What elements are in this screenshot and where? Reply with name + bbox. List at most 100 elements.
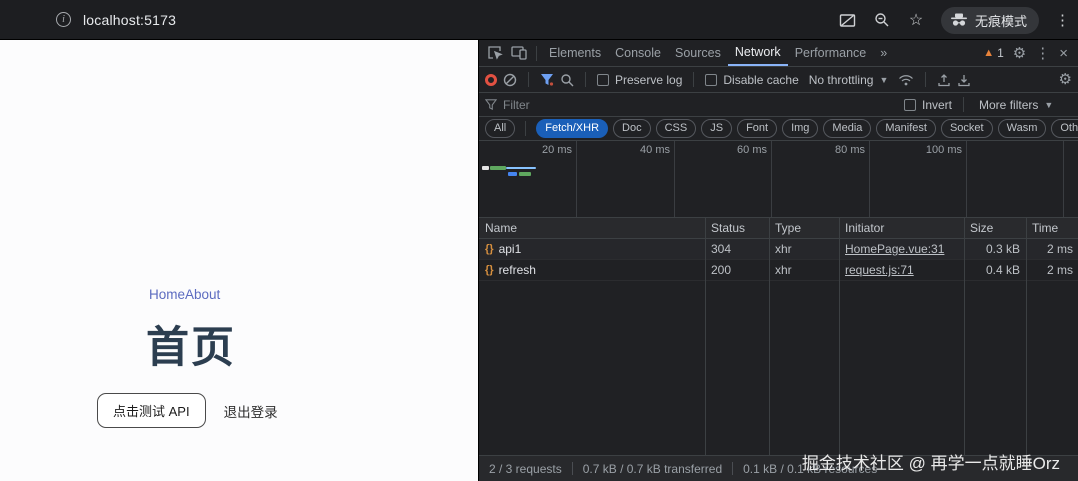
devtools-tabbar: Elements Console Sources Network Perform… bbox=[479, 40, 1078, 67]
clear-network-log-icon[interactable] bbox=[503, 73, 517, 87]
site-info-icon[interactable]: i bbox=[56, 12, 71, 27]
screen: i localhost:5173 ☆ bbox=[0, 0, 1078, 481]
pill-img[interactable]: Img bbox=[782, 119, 818, 138]
waterfall-bar bbox=[482, 166, 489, 170]
pill-manifest[interactable]: Manifest bbox=[876, 119, 936, 138]
divider bbox=[528, 72, 529, 87]
network-filter-bar: Invert More filters ▼ bbox=[479, 93, 1078, 117]
pill-font[interactable]: Font bbox=[737, 119, 777, 138]
filter-toggle-icon[interactable] bbox=[540, 73, 554, 86]
pill-other[interactable]: Other bbox=[1051, 119, 1078, 138]
logout-button[interactable]: 退出登录 bbox=[218, 394, 284, 428]
zoom-out-icon[interactable] bbox=[873, 11, 891, 29]
network-toolbar: Preserve log Disable cache No throttling… bbox=[479, 67, 1078, 93]
initiator-link[interactable]: request.js:71 bbox=[845, 263, 914, 277]
more-tabs-icon[interactable]: » bbox=[873, 40, 894, 66]
tab-network[interactable]: Network bbox=[728, 40, 788, 66]
request-status: 304 bbox=[705, 242, 769, 256]
pill-css[interactable]: CSS bbox=[656, 119, 697, 138]
column-divider[interactable] bbox=[1026, 218, 1027, 455]
divider bbox=[963, 97, 964, 112]
import-har-icon[interactable] bbox=[937, 73, 951, 87]
column-divider[interactable] bbox=[839, 218, 840, 455]
table-header: Name Status Type Initiator Size Time bbox=[479, 218, 1078, 239]
divider bbox=[536, 46, 537, 61]
tab-sources[interactable]: Sources bbox=[668, 40, 728, 66]
nav-link-home[interactable]: Home bbox=[149, 287, 185, 302]
column-divider[interactable] bbox=[705, 218, 706, 455]
pill-socket[interactable]: Socket bbox=[941, 119, 993, 138]
record-network-log-icon[interactable] bbox=[485, 74, 497, 86]
request-name: api1 bbox=[499, 242, 522, 256]
issues-badge[interactable]: ▲ 1 bbox=[983, 46, 1004, 60]
export-har-icon[interactable] bbox=[957, 73, 971, 87]
xhr-icon: {} bbox=[485, 264, 494, 276]
network-settings-icon[interactable]: ⚙ bbox=[1059, 72, 1072, 87]
tab-console[interactable]: Console bbox=[608, 40, 668, 66]
pill-media[interactable]: Media bbox=[823, 119, 871, 138]
inspect-element-icon[interactable] bbox=[483, 40, 507, 66]
column-header-initiator[interactable]: Initiator bbox=[839, 221, 964, 235]
bookmark-star-icon[interactable]: ☆ bbox=[907, 11, 925, 29]
nav-link-about[interactable]: About bbox=[185, 287, 220, 302]
waterfall-bar bbox=[508, 172, 517, 176]
request-name: refresh bbox=[499, 263, 536, 277]
checkbox-icon bbox=[705, 74, 717, 86]
timeline-gridline bbox=[869, 141, 870, 217]
column-header-status[interactable]: Status bbox=[705, 221, 769, 235]
more-filters-label: More filters bbox=[979, 98, 1038, 112]
address-bar[interactable]: localhost:5173 bbox=[83, 12, 176, 28]
pill-js[interactable]: JS bbox=[701, 119, 732, 138]
tab-elements[interactable]: Elements bbox=[542, 40, 608, 66]
divider bbox=[585, 72, 586, 87]
devtools-settings-icon[interactable]: ⚙ bbox=[1013, 46, 1026, 61]
request-size: 0.4 kB bbox=[964, 263, 1026, 277]
pill-wasm[interactable]: Wasm bbox=[998, 119, 1047, 138]
requests-count: 2 / 3 requests bbox=[489, 462, 562, 476]
send-to-device-icon[interactable] bbox=[839, 11, 857, 29]
device-toolbar-icon[interactable] bbox=[507, 40, 531, 66]
pill-all[interactable]: All bbox=[485, 119, 515, 138]
filter-input[interactable] bbox=[503, 98, 898, 112]
throttling-select[interactable]: No throttling ▼ bbox=[805, 71, 893, 89]
preserve-log-label: Preserve log bbox=[615, 73, 682, 87]
devtools-close-icon[interactable]: × bbox=[1059, 46, 1068, 61]
invert-checkbox[interactable]: Invert bbox=[904, 98, 952, 112]
more-filters-button[interactable]: More filters ▼ bbox=[975, 96, 1057, 114]
column-divider[interactable] bbox=[964, 218, 965, 455]
page-title: 首页 bbox=[146, 313, 236, 375]
initiator-link[interactable]: HomePage.vue:31 bbox=[845, 242, 944, 256]
timeline-gridline bbox=[674, 141, 675, 217]
request-type: xhr bbox=[769, 263, 839, 277]
pill-fetch-xhr[interactable]: Fetch/XHR bbox=[536, 119, 608, 138]
timeline-label: 80 ms bbox=[835, 144, 865, 156]
column-header-size[interactable]: Size bbox=[964, 221, 1026, 235]
network-conditions-icon[interactable] bbox=[898, 74, 914, 86]
timeline-label: 100 ms bbox=[926, 144, 962, 156]
preserve-log-checkbox[interactable]: Preserve log bbox=[597, 73, 682, 87]
xhr-icon: {} bbox=[485, 243, 494, 255]
column-header-type[interactable]: Type bbox=[769, 221, 839, 235]
incognito-badge[interactable]: 无痕模式 bbox=[941, 7, 1039, 34]
browser-menu-icon[interactable]: ⋮ bbox=[1055, 13, 1070, 28]
watermark-text: 掘金技术社区 @ 再学一点就睡Orz bbox=[802, 449, 1060, 474]
column-divider[interactable] bbox=[769, 218, 770, 455]
waterfall-bar bbox=[506, 167, 536, 169]
devtools-menu-icon[interactable]: ⋮ bbox=[1035, 46, 1050, 61]
disable-cache-checkbox[interactable]: Disable cache bbox=[705, 73, 798, 87]
request-type-filters: All Fetch/XHR Doc CSS JS Font Img Media … bbox=[479, 117, 1078, 141]
pill-doc[interactable]: Doc bbox=[613, 119, 651, 138]
divider bbox=[572, 462, 573, 475]
network-overview[interactable]: 20 ms 40 ms 60 ms 80 ms 100 ms bbox=[479, 141, 1078, 218]
column-header-time[interactable]: Time bbox=[1026, 221, 1078, 235]
timeline-label: 40 ms bbox=[640, 144, 670, 156]
tab-performance[interactable]: Performance bbox=[788, 40, 874, 66]
table-row[interactable]: {} api1 304 xhr HomePage.vue:31 0.3 kB 2… bbox=[479, 239, 1078, 260]
disable-cache-label: Disable cache bbox=[723, 73, 798, 87]
test-api-button[interactable]: 点击测试 API bbox=[97, 393, 206, 428]
throttling-value: No throttling bbox=[809, 73, 874, 87]
search-icon[interactable] bbox=[560, 73, 574, 87]
divider bbox=[693, 72, 694, 87]
table-row[interactable]: {} refresh 200 xhr request.js:71 0.4 kB … bbox=[479, 260, 1078, 281]
column-header-name[interactable]: Name bbox=[479, 221, 705, 235]
